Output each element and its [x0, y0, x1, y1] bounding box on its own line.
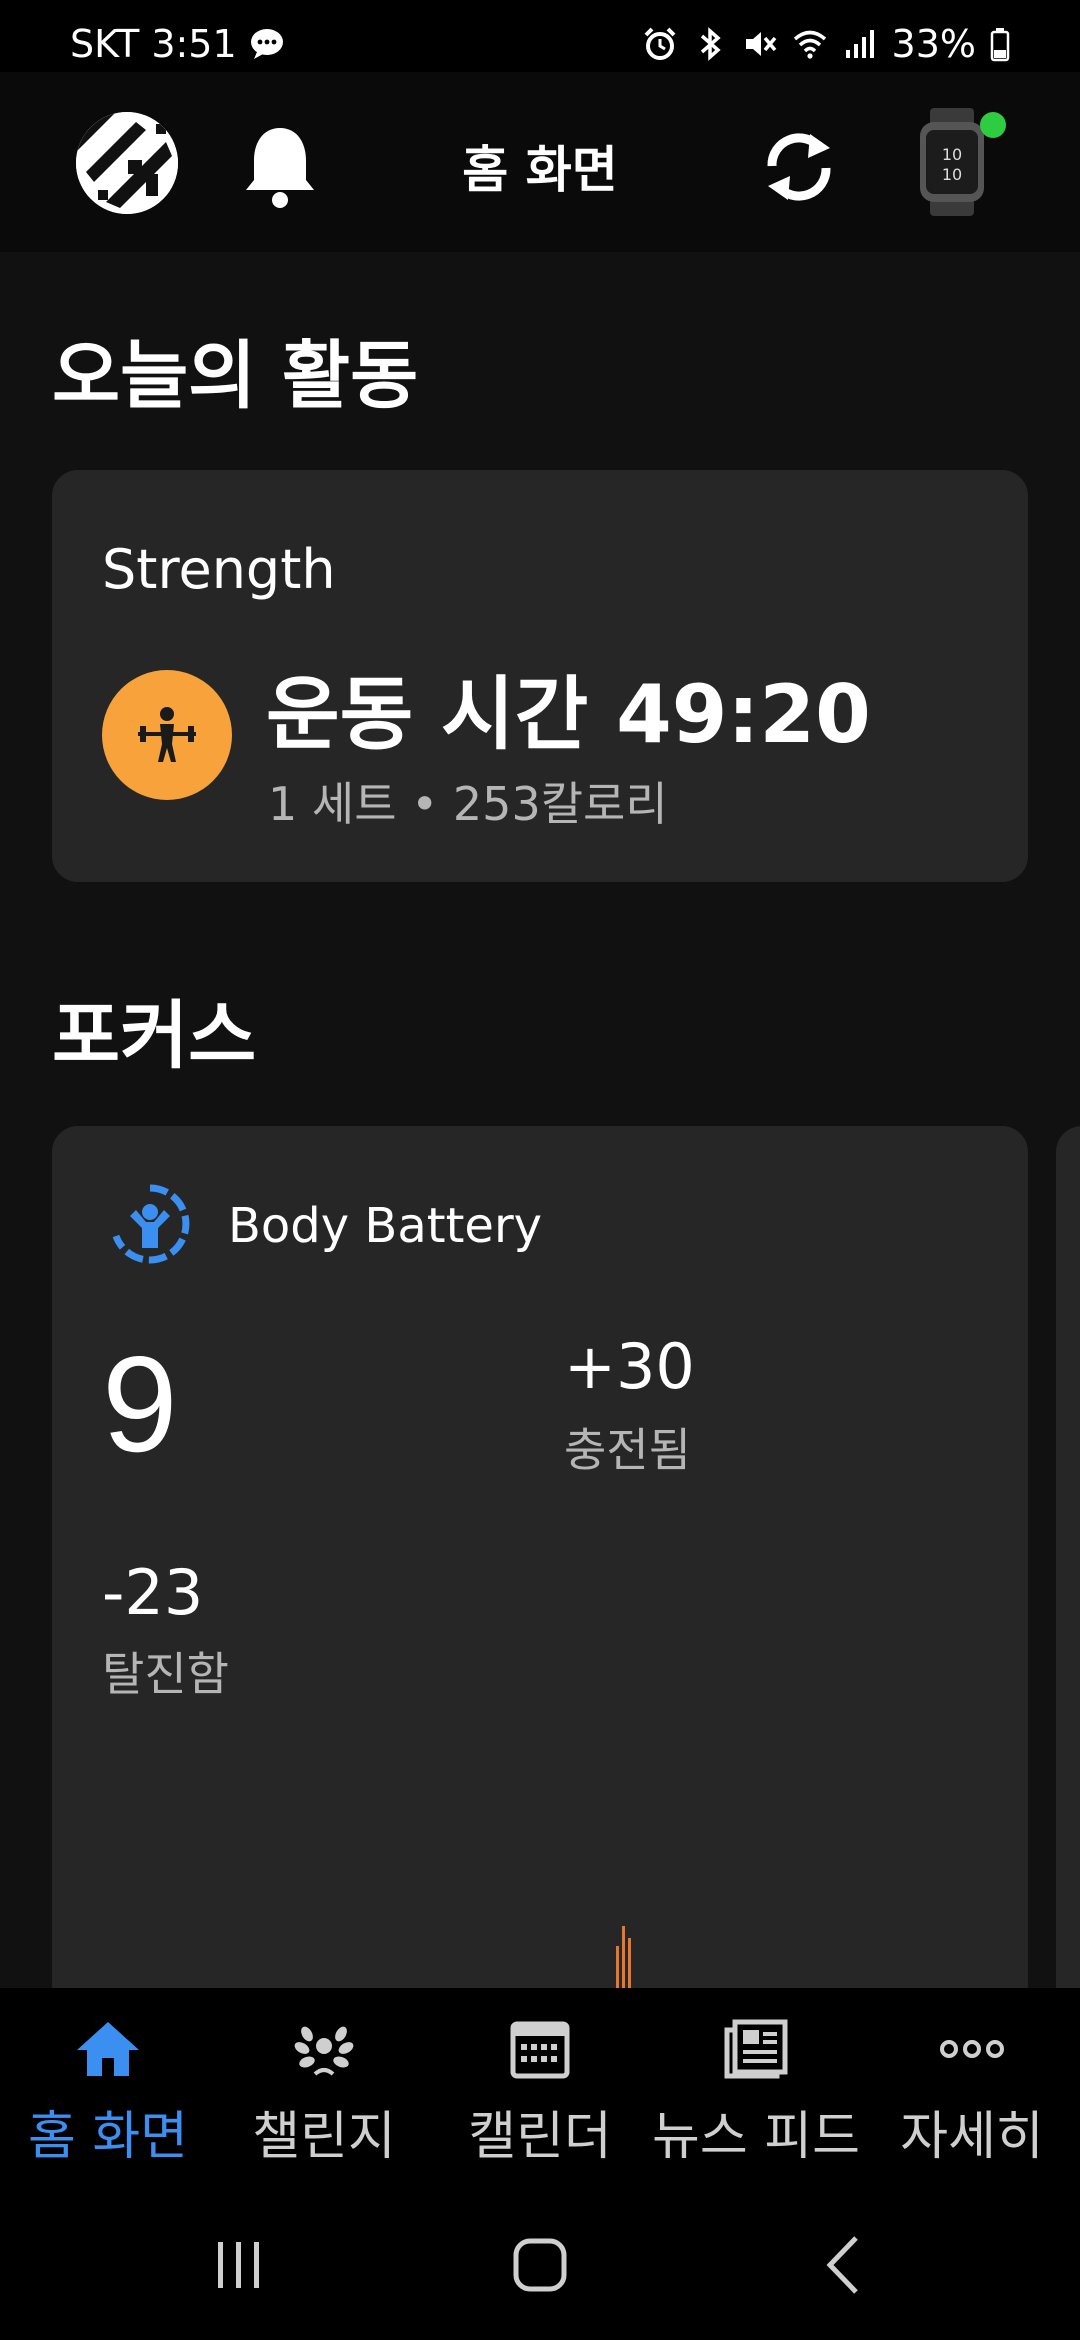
body-battery-level: 9: [102, 1328, 178, 1480]
nav-home-label: 홈 화면: [27, 2107, 189, 2167]
nav-calendar-label: 캘린더: [468, 2107, 612, 2167]
today-section-title: 오늘의 활동: [52, 333, 419, 419]
battery-percent: 33%: [891, 22, 976, 66]
nav-challenges[interactable]: 챌린지: [216, 1988, 432, 2178]
recent-apps-icon[interactable]: [204, 2230, 274, 2300]
weightlifting-icon: [102, 670, 232, 800]
charged-label: 충전됨: [564, 1423, 691, 1477]
drained-value: -23: [102, 1556, 204, 1629]
signal-icon: [845, 30, 874, 58]
nav-newsfeed[interactable]: 뉴스 피드: [648, 1988, 864, 2178]
screen: SKT 3:51 33% 홈 화면 10 10 오늘의 활동 Strength …: [0, 0, 1080, 2340]
svg-text:10: 10: [942, 165, 962, 184]
nav-challenges-label: 챌린지: [252, 2107, 396, 2167]
app-header: 홈 화면 10 10: [0, 72, 1080, 252]
focus-section-title: 포커스: [52, 993, 257, 1079]
nav-calendar[interactable]: 캘린더: [432, 1988, 648, 2178]
nav-more[interactable]: 자세히: [864, 1988, 1080, 2178]
status-right: 33%: [642, 22, 1010, 66]
message-icon: [250, 29, 283, 59]
body-battery-title: Body Battery: [228, 1198, 543, 1254]
activity-details: 1 세트 • 253칼로리: [268, 777, 668, 831]
nav-more-label: 자세히: [900, 2107, 1044, 2167]
home-icon: [77, 2022, 139, 2076]
sync-icon[interactable]: [754, 122, 844, 212]
charged-value: +30: [564, 1330, 695, 1403]
status-left: SKT 3:51: [70, 22, 285, 66]
carrier: SKT: [70, 22, 140, 66]
alarm-icon: [644, 27, 675, 60]
laurel-icon: [294, 2026, 354, 2076]
body-battery-icon: [112, 1184, 190, 1264]
system-nav-bar: [0, 2178, 1080, 2340]
nav-home[interactable]: 홈 화면: [0, 1988, 216, 2178]
news-icon: [724, 2019, 788, 2079]
bottom-nav: 홈 화면 챌린지 캘린더 뉴스 피드 자세히: [0, 1988, 1080, 2178]
body-battery-chart: [616, 1926, 631, 1990]
status-bar: SKT 3:51 33%: [0, 0, 1080, 72]
nav-newsfeed-label: 뉴스 피드: [652, 2107, 860, 2167]
more-icon: [940, 2040, 1004, 2058]
clock: 3:51: [151, 22, 237, 66]
calendar-icon: [510, 2021, 570, 2079]
drained-label: 탈진함: [102, 1647, 229, 1701]
activity-duration: 운동 시간 49:20: [266, 668, 871, 761]
home-button-icon[interactable]: [505, 2230, 575, 2300]
activity-card[interactable]: Strength 운동 시간 49:20 1 세트 • 253칼로리: [52, 470, 1028, 882]
activity-type: Strength: [102, 538, 336, 601]
watch-connected-indicator: [980, 112, 1006, 138]
watch-icon[interactable]: 10 10: [916, 108, 988, 216]
back-icon[interactable]: [810, 2230, 880, 2300]
svg-text:10: 10: [942, 145, 962, 164]
mute-icon: [745, 32, 776, 56]
wifi-icon: [793, 30, 826, 59]
bluetooth-icon: [700, 27, 721, 61]
battery-icon: [990, 28, 1010, 62]
